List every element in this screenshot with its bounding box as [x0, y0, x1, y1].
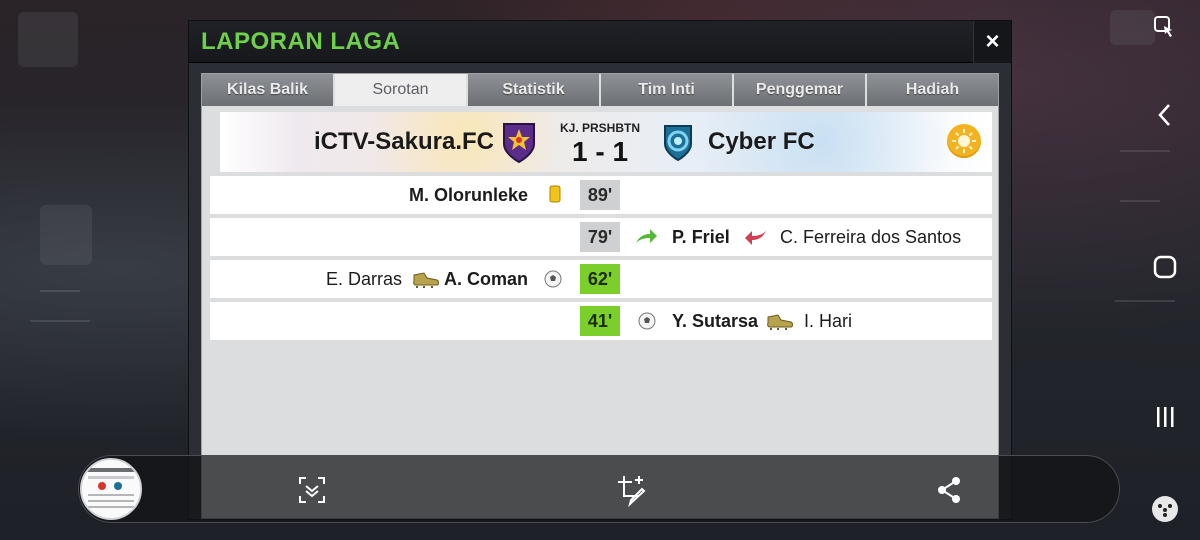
- tab-tim-inti[interactable]: Tim Inti: [601, 74, 732, 106]
- event-minute: 62': [580, 264, 620, 294]
- event-row: M. Olorunleke 89': [210, 176, 992, 214]
- player-name: M. Olorunleke: [408, 185, 528, 205]
- screen-capture-icon[interactable]: [1130, 14, 1200, 49]
- screenshot-thumbnail[interactable]: [80, 458, 142, 520]
- crop-edit-icon[interactable]: [615, 473, 649, 512]
- home-icon[interactable]: [1130, 254, 1200, 287]
- player-out-name: C. Ferreira dos Santos: [780, 227, 962, 247]
- yellow-card-icon: [549, 184, 561, 209]
- match-score: 1 - 1: [571, 136, 629, 167]
- recents-icon[interactable]: [1130, 404, 1200, 437]
- player-in-name: P. Friel: [672, 227, 730, 247]
- home-team-name: iCTV-Sakura.FC: [313, 128, 494, 155]
- screenshot-toolbar: [78, 455, 1120, 523]
- ball-icon: [544, 270, 562, 293]
- tab-penggemar[interactable]: Penggemar: [734, 74, 865, 106]
- back-icon[interactable]: [1130, 100, 1200, 137]
- scorer-name: A. Coman: [443, 269, 528, 289]
- close-button[interactable]: ×: [973, 21, 1011, 63]
- scroll-capture-icon[interactable]: [297, 475, 327, 510]
- event-minute: 41': [580, 306, 620, 336]
- competition-label: KJ. PRSHBTN: [559, 121, 640, 135]
- match-score-header: iCTV-Sakura.FC KJ. PRSHBTN 1 - 1 Cyber F…: [220, 112, 992, 172]
- share-icon[interactable]: [935, 475, 963, 510]
- event-minute: 79': [580, 222, 620, 252]
- tab-sorotan[interactable]: Sorotan: [335, 74, 466, 106]
- event-row: 41' Y. Sutarsa I. Hari: [210, 302, 992, 340]
- assist-player-name: I. Hari: [804, 311, 853, 331]
- scorer-name: Y. Sutarsa: [672, 311, 759, 331]
- match-report-dialog: LAPORAN LAGA × Kilas Balik Sorotan Stati…: [188, 20, 1012, 520]
- boot-icon: [412, 269, 440, 294]
- event-row: 79' P. Friel C. Ferreira dos Santos: [210, 218, 992, 256]
- home-team-crest-icon: [500, 120, 538, 164]
- boot-icon: [766, 311, 794, 336]
- away-team-name: Cyber FC: [708, 128, 815, 155]
- sub-in-arrow-icon: [634, 227, 658, 252]
- sub-out-arrow-icon: [744, 227, 768, 252]
- system-navigation-bar: [1130, 0, 1200, 540]
- report-panel: Kilas Balik Sorotan Statistik Tim Inti P…: [201, 73, 999, 519]
- event-row: E. Darras A. Coman 62': [210, 260, 992, 298]
- assist-player-name: E. Darras: [325, 269, 402, 289]
- dialog-titlebar: LAPORAN LAGA ×: [189, 21, 1011, 63]
- sun-icon: [947, 124, 981, 158]
- dialog-title: LAPORAN LAGA: [201, 28, 401, 55]
- event-minute: 89': [580, 180, 620, 210]
- tab-hadiah[interactable]: Hadiah: [867, 74, 998, 106]
- ball-icon: [638, 312, 656, 335]
- tab-statistik[interactable]: Statistik: [468, 74, 599, 106]
- tab-kilas-balik[interactable]: Kilas Balik: [202, 74, 333, 106]
- game-tools-icon[interactable]: [1130, 494, 1200, 531]
- away-team-crest-icon: [661, 122, 695, 162]
- report-tabs: Kilas Balik Sorotan Statistik Tim Inti P…: [202, 74, 998, 106]
